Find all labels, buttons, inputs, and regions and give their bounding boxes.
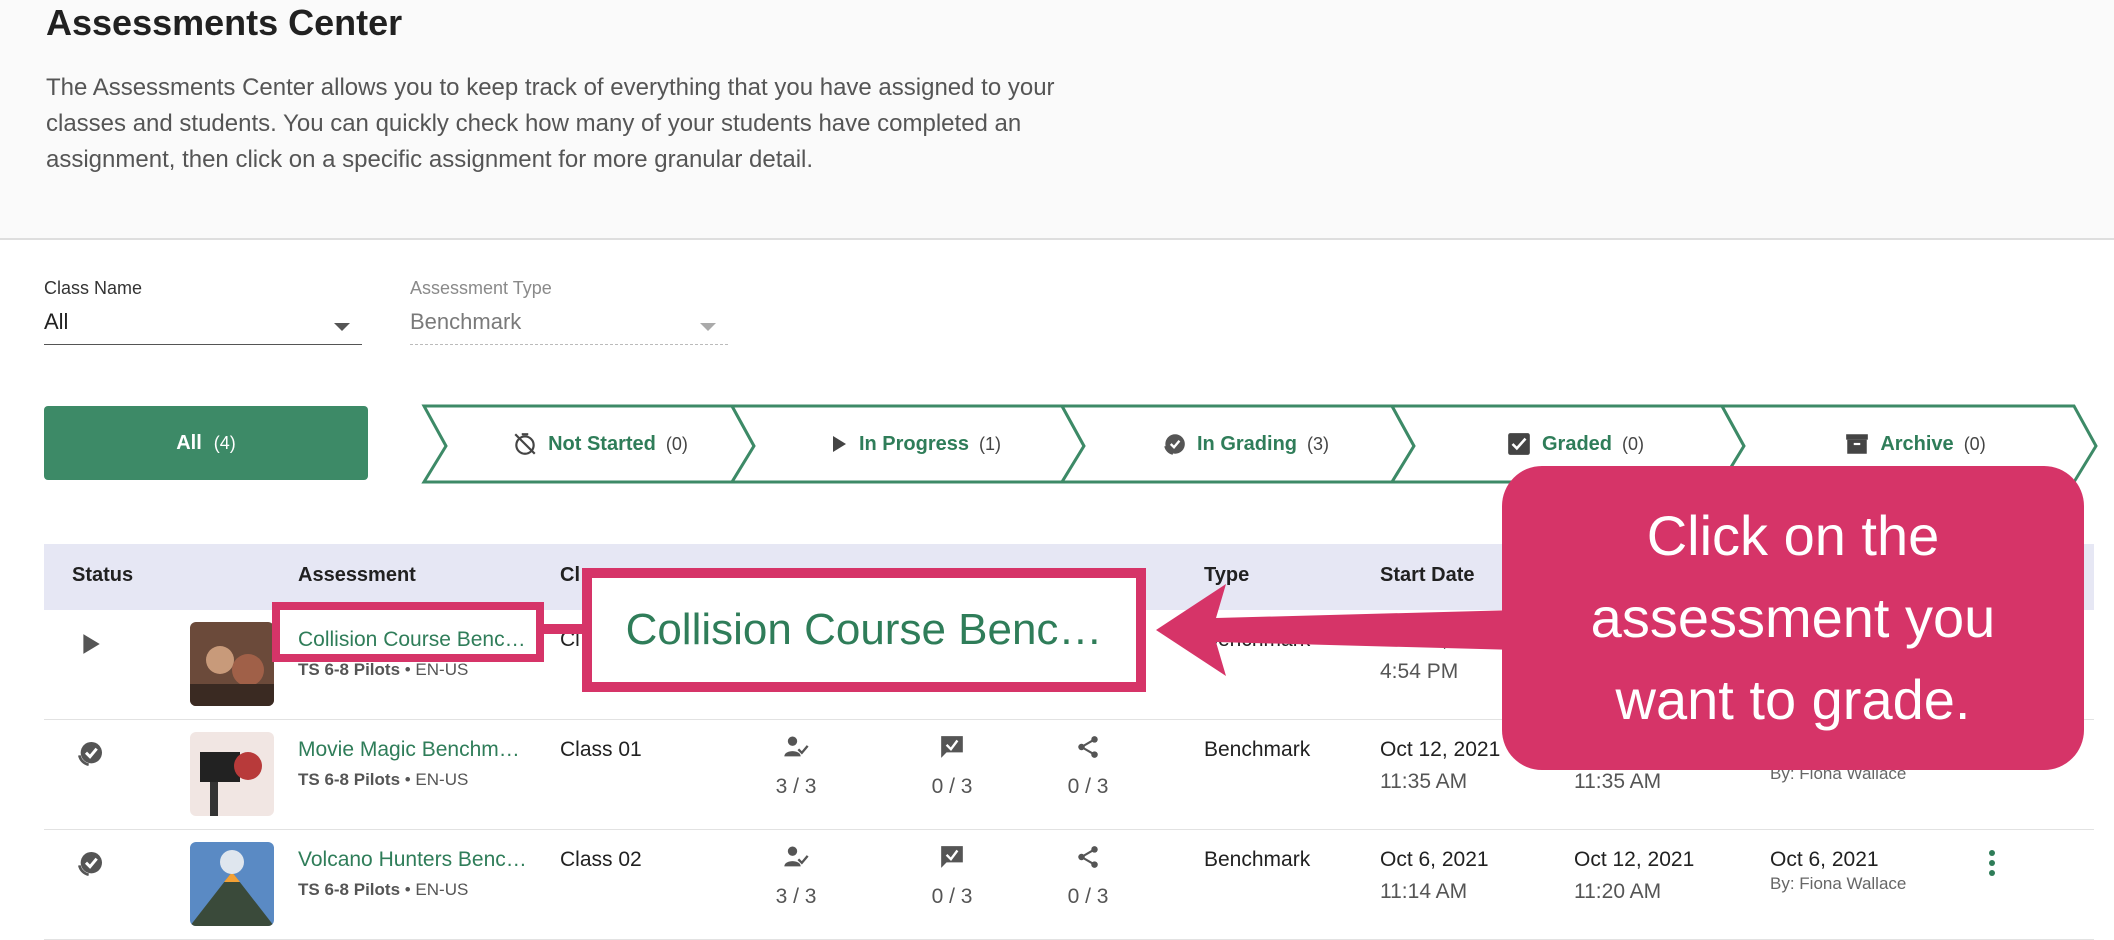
caret-down-icon	[334, 323, 350, 331]
due-time-cell: 11:20 AM	[1574, 880, 1662, 903]
due-time-cell: 11:35 AM	[1574, 770, 1662, 793]
created-by-cell: By: Fiona Wallace	[1770, 874, 1907, 893]
locale: • EN-US	[400, 880, 469, 899]
archive-icon	[1846, 434, 1869, 454]
share-icon	[1078, 846, 1098, 868]
assessment-meta: TS 6-8 Pilots • EN-US	[298, 880, 468, 900]
assessment-type-label: Assessment Type	[410, 278, 552, 298]
program-name: TS 6-8 Pilots	[298, 770, 401, 789]
callout-arrow	[1156, 584, 1518, 676]
person-check-icon	[784, 736, 809, 757]
zoom-highlight: Collision Course Benc…	[582, 568, 1146, 692]
tab-not-started-count: (0)	[665, 433, 688, 454]
header-class[interactable]: Cl	[560, 564, 580, 587]
assessment-type-select[interactable]: Benchmark	[410, 307, 728, 345]
tab-archive-count: (0)	[1963, 433, 1986, 454]
page-header: Assessments Center The Assessments Cente…	[0, 0, 2114, 240]
tab-in-progress-label: In Progress	[858, 432, 970, 455]
locale: • EN-US	[400, 660, 469, 679]
assessment-thumbnail	[190, 842, 274, 926]
shared-value: 0 / 3	[1067, 775, 1109, 798]
header-status[interactable]: Status	[72, 564, 133, 587]
assessment-meta: TS 6-8 Pilots • EN-US	[298, 660, 468, 680]
tab-archive-label: Archive	[1880, 432, 1954, 455]
type-cell: Benchmark	[1204, 738, 1311, 761]
class-name-filter[interactable]: Class Name All	[44, 278, 362, 345]
start-time-cell: 11:35 AM	[1380, 770, 1468, 793]
program-name: TS 6-8 Pilots	[298, 660, 401, 679]
highlight-connector	[540, 624, 584, 634]
class-name-label: Class Name	[44, 278, 143, 298]
grading-icon	[78, 852, 102, 876]
tab-all-label: All	[176, 431, 202, 454]
header-assessment[interactable]: Assessment	[298, 564, 416, 587]
tab-all-count: (4)	[213, 432, 236, 453]
callout-message: Click on the assessment you want to grad…	[1590, 504, 1996, 731]
submitted-value: 3 / 3	[775, 885, 817, 908]
tab-in-progress[interactable]: In Progress (1)	[760, 404, 1070, 484]
class-name-select[interactable]: All	[44, 307, 362, 345]
feedback-icon	[941, 736, 963, 758]
table-row[interactable]: Volcano Hunters Benc… TS 6-8 Pilots • EN…	[44, 830, 2094, 940]
graded-metric: 0 / 3	[912, 734, 992, 799]
tab-graded-count: (0)	[1622, 433, 1645, 454]
shared-metric: 0 / 3	[1048, 844, 1128, 909]
timer-off-icon	[514, 433, 536, 455]
assessment-title-link[interactable]: Volcano Hunters Benc…	[298, 848, 527, 872]
submitted-value: 3 / 3	[775, 775, 817, 798]
program-name: TS 6-8 Pilots	[298, 880, 401, 899]
submitted-metric: 3 / 3	[756, 844, 836, 909]
class-cell: Class 01	[560, 738, 642, 761]
graded-value: 0 / 3	[931, 775, 973, 798]
person-check-icon	[784, 846, 809, 867]
share-icon	[1078, 736, 1098, 758]
instruction-callout: Click on the assessment you want to grad…	[1502, 466, 2084, 770]
caret-down-icon	[700, 323, 716, 331]
tab-in-grading-label: In Grading	[1197, 432, 1297, 455]
tab-not-started-label: Not Started	[548, 432, 656, 455]
assessment-type-filter[interactable]: Assessment Type Benchmark	[410, 278, 728, 345]
grading-icon	[1164, 434, 1185, 455]
class-name-value: All	[44, 309, 69, 334]
submitted-metric: 3 / 3	[756, 734, 836, 799]
assessment-title-link[interactable]: Movie Magic Benchm…	[298, 738, 520, 762]
tab-graded-label: Graded	[1541, 432, 1613, 455]
tab-in-grading-count: (3)	[1307, 433, 1329, 454]
assessment-thumbnail	[190, 622, 274, 706]
assessment-thumbnail	[190, 732, 274, 816]
tab-not-started[interactable]: Not Started (0)	[460, 404, 740, 484]
grading-icon	[78, 742, 102, 766]
graded-metric: 0 / 3	[912, 844, 992, 909]
play-icon	[83, 634, 100, 654]
assessment-type-value: Benchmark	[410, 309, 522, 334]
graded-value: 0 / 3	[931, 885, 973, 908]
shared-metric: 0 / 3	[1048, 734, 1128, 799]
feedback-icon	[941, 846, 963, 868]
start-date-cell: Oct 6, 2021	[1380, 848, 1489, 871]
tab-in-grading[interactable]: In Grading (3)	[1090, 404, 1400, 484]
checkbox-icon	[1508, 433, 1530, 455]
page-description: The Assessments Center allows you to kee…	[46, 74, 1055, 173]
start-time-cell: 11:14 AM	[1380, 880, 1468, 903]
tab-in-progress-count: (1)	[979, 433, 1002, 454]
assessment-meta: TS 6-8 Pilots • EN-US	[298, 770, 468, 790]
more-options-icon[interactable]	[1986, 848, 1998, 878]
class-cell: Class 02	[560, 848, 642, 871]
start-date-cell: Oct 12, 2021	[1380, 738, 1501, 761]
type-cell: Benchmark	[1204, 848, 1311, 871]
due-date-cell: Oct 12, 2021	[1574, 848, 1695, 871]
highlight-box	[272, 602, 544, 662]
page-title: Assessments Center	[46, 2, 403, 43]
shared-value: 0 / 3	[1067, 885, 1109, 908]
play-icon	[832, 436, 846, 452]
created-date-cell: Oct 6, 2021	[1770, 848, 1879, 871]
tab-all[interactable]: All (4)	[44, 406, 368, 480]
locale: • EN-US	[400, 770, 469, 789]
zoom-text: Collision Course Benc…	[625, 605, 1103, 654]
